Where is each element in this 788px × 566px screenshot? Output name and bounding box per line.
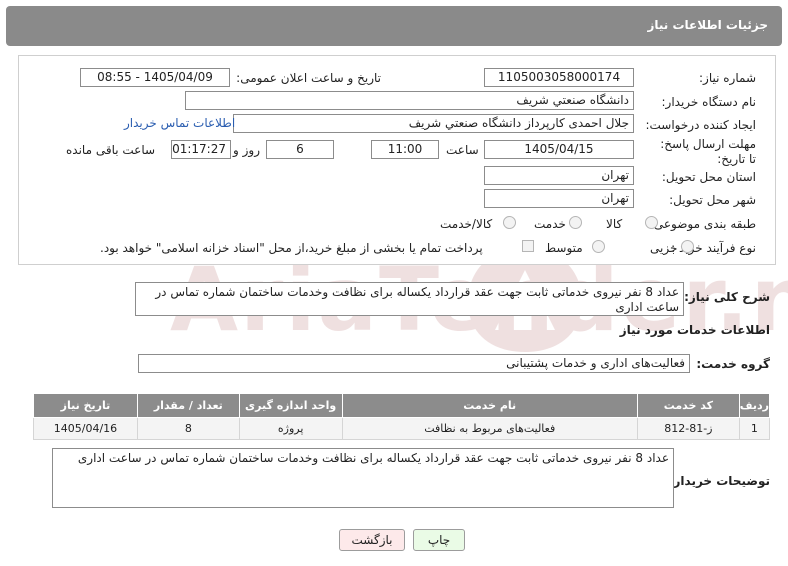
row-qty: 8 — [136, 417, 240, 440]
row-index: 1 — [738, 417, 771, 440]
table-row: 1 ز-81-812 فعالیت‌های مربوط به نظافت پرو… — [33, 417, 771, 440]
province-label: استان محل تحویل: — [661, 170, 756, 184]
announce-datetime-label: تاریخ و ساعت اعلان عمومی: — [236, 71, 381, 85]
need-number-label: شماره نیاز: — [699, 71, 756, 85]
treasury-note: پرداخت تمام یا بخشی از مبلغ خرید،از محل … — [100, 241, 483, 255]
services-table: ردیف کد خدمت نام خدمت واحد اندازه گیری ت… — [33, 393, 771, 440]
buyer-org-label: نام دستگاه خریدار: — [661, 95, 757, 109]
need-number-field: 1105003058000174 — [484, 68, 634, 87]
service-group-label: گروه خدمت: — [696, 357, 770, 371]
col-qty: تعداد / مقدار — [136, 393, 240, 418]
process-radio-minor[interactable] — [681, 240, 694, 253]
print-button[interactable]: چاپ — [413, 529, 465, 551]
col-code: کد خدمت — [636, 393, 740, 418]
category-radio-goods[interactable] — [645, 216, 658, 229]
category-option-goods-service: کالا/خدمت — [440, 217, 493, 231]
requester-label: ایجاد کننده درخواست: — [645, 118, 756, 132]
row-date: 1405/04/16 — [33, 417, 138, 440]
col-name: نام خدمت — [341, 393, 638, 418]
remaining-days-field: 6 — [266, 140, 334, 159]
category-option-service: خدمت — [534, 217, 566, 231]
city-label: شهر محل تحویل: — [669, 193, 756, 207]
remaining-time-label: ساعت باقی مانده — [66, 143, 156, 157]
row-code: ز-81-812 — [636, 417, 740, 440]
back-button[interactable]: بازگشت — [339, 529, 405, 551]
deadline-label: مهلت ارسال پاسخ: تا تاریخ: — [660, 137, 756, 166]
announce-datetime-field: 1405/04/09 - 08:55 — [80, 68, 230, 87]
col-index: ردیف — [738, 393, 771, 418]
services-table-header: ردیف کد خدمت نام خدمت واحد اندازه گیری ت… — [33, 393, 771, 418]
col-unit: واحد اندازه گیری — [238, 393, 343, 418]
row-name: فعالیت‌های مربوط به نظافت — [341, 417, 638, 440]
category-radio-service[interactable] — [569, 216, 582, 229]
summary-label: شرح کلی نیاز: — [684, 290, 770, 304]
buyer-notes-label: توضیحات خریدار: — [668, 474, 770, 488]
category-radio-goods-service[interactable] — [503, 216, 516, 229]
treasury-checkbox[interactable] — [522, 240, 534, 252]
buyer-org-field: دانشگاه صنعتي شريف — [185, 91, 634, 110]
col-date: تاریخ نیاز — [33, 393, 138, 418]
summary-textarea: عداد 8 نفر نیروی خدماتی ثابت جهت عقد قرا… — [135, 282, 684, 316]
row-unit: پروژه — [238, 417, 343, 440]
service-group-field: فعالیت‌های اداری و خدمات پشتیبانی — [138, 354, 690, 373]
services-section-title: اطلاعات خدمات مورد نیاز — [619, 323, 770, 337]
category-option-goods: کالا — [606, 217, 623, 231]
category-label: طبقه بندی موضوعی: — [649, 217, 756, 231]
province-field: تهران — [484, 166, 634, 185]
deadline-time-label: ساعت — [446, 143, 479, 157]
buyer-notes-textarea: عداد 8 نفر نیروی خدماتی ثابت جهت عقد قرا… — [52, 448, 674, 508]
requester-field: جلال احمدی کارپرداز دانشگاه صنعتي شريف — [233, 114, 634, 133]
process-option-medium: متوسط — [545, 241, 583, 255]
city-field: تهران — [484, 189, 634, 208]
remaining-time-field: 01:17:27 — [171, 140, 231, 159]
page-title: جزئیات اطلاعات نیاز — [647, 18, 768, 32]
process-radio-medium[interactable] — [592, 240, 605, 253]
buyer-contact-link[interactable]: اطلاعات تماس خریدار — [124, 116, 235, 130]
process-option-minor: جزیی — [650, 241, 678, 255]
days-label: روز و — [233, 143, 260, 157]
deadline-time-field: 11:00 — [371, 140, 439, 159]
page-header: جزئیات اطلاعات نیاز — [6, 6, 782, 46]
deadline-date-field: 1405/04/15 — [484, 140, 634, 159]
